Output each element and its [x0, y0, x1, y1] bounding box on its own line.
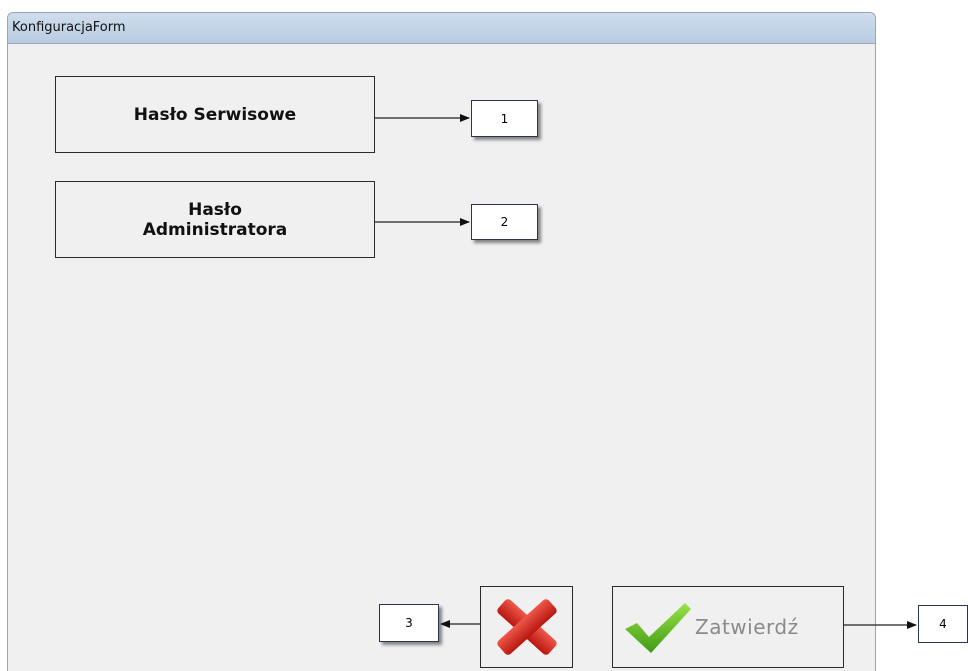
callout-1: 1: [471, 100, 538, 137]
service-password-button[interactable]: Hasło Serwisowe: [55, 76, 375, 153]
callout-3: 3: [379, 604, 439, 642]
red-x-icon: [496, 599, 557, 655]
callout-1-number: 1: [500, 111, 509, 126]
callout-4-number: 4: [939, 617, 947, 631]
window-title: KonfiguracjaForm: [12, 20, 126, 35]
window-titlebar[interactable]: KonfiguracjaForm: [8, 13, 875, 44]
admin-password-label-line1: Hasło: [188, 199, 242, 220]
callout-4: 4: [918, 605, 968, 643]
cancel-button[interactable]: [480, 586, 573, 668]
callout-3-number: 3: [405, 616, 413, 630]
admin-password-label: Hasło Administratora: [143, 200, 288, 240]
green-check-icon: [625, 603, 691, 653]
admin-password-label-line2: Administratora: [142, 219, 288, 240]
service-password-label: Hasło Serwisowe: [133, 104, 297, 125]
callout-2-number: 2: [500, 215, 509, 229]
admin-password-button[interactable]: Hasło Administratora: [55, 181, 375, 258]
callout-2: 2: [471, 204, 538, 240]
confirm-label: Zatwierdź: [695, 615, 799, 639]
confirm-button[interactable]: Zatwierdź: [612, 586, 844, 668]
